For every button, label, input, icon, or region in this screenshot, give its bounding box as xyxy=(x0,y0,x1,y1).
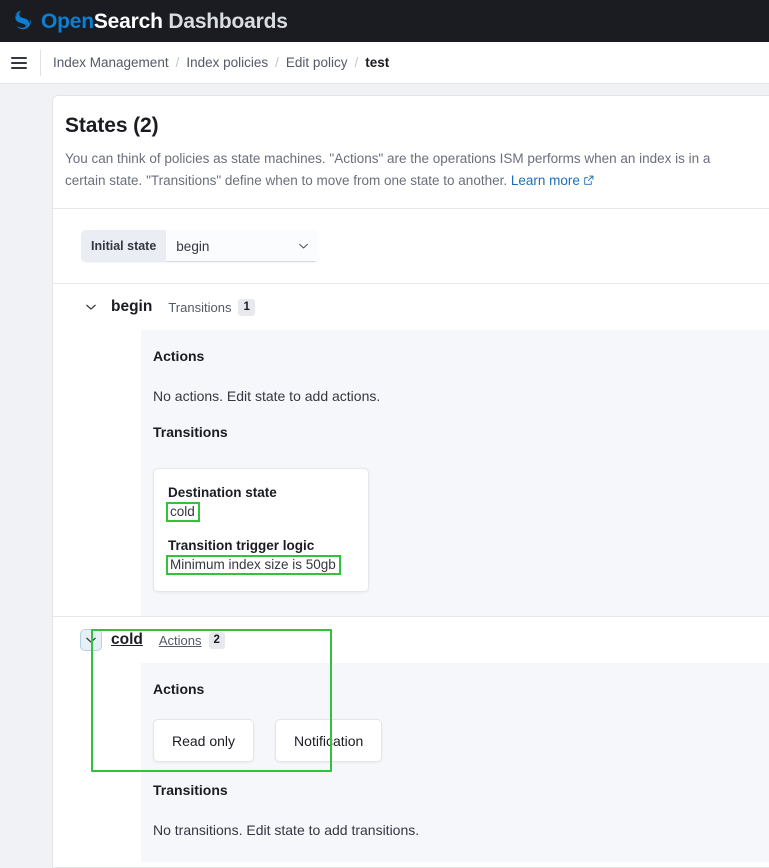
state-meta-badge: 2 xyxy=(209,632,225,649)
breadcrumb-bar: Index Management / Index policies / Edit… xyxy=(0,42,769,84)
logo-dashboards-text: Dashboards xyxy=(163,10,288,33)
breadcrumb-item-edit-policy[interactable]: Edit policy xyxy=(286,55,348,70)
initial-state-label: Initial state xyxy=(81,230,166,262)
opensearch-swirl-icon xyxy=(10,8,36,34)
panel-description-line2: "Transitions" define when to move from o… xyxy=(146,173,507,188)
destination-state-value-wrap: cold xyxy=(168,504,354,520)
learn-more-label: Learn more xyxy=(511,173,580,188)
breadcrumb-separator: / xyxy=(275,55,279,70)
state-body-cold: Actions Read only Notification Transitio… xyxy=(141,663,769,862)
page-body: States (2) You can think of policies as … xyxy=(0,84,769,868)
page-title: States (2) xyxy=(65,114,747,138)
header-divider xyxy=(40,50,41,76)
panel-description: You can think of policies as state machi… xyxy=(65,148,747,192)
state-section-begin: begin Transitions 1 Actions No actions. … xyxy=(53,284,769,616)
state-name-begin: begin xyxy=(111,298,152,316)
transitions-heading: Transitions xyxy=(153,782,769,798)
chevron-down-icon[interactable] xyxy=(81,297,101,317)
opensearch-dashboards-logo[interactable]: OpenSearch Dashboards xyxy=(10,8,288,34)
state-accordion-header-begin[interactable]: begin Transitions 1 xyxy=(53,284,769,330)
breadcrumb: Index Management / Index policies / Edit… xyxy=(53,55,389,70)
hamburger-line xyxy=(11,57,27,59)
state-meta-begin: Transitions 1 xyxy=(168,299,255,316)
hamburger-line xyxy=(11,62,27,64)
transition-trigger-value: Minimum index size is 50gb xyxy=(168,557,339,573)
breadcrumb-separator: / xyxy=(354,55,358,70)
state-meta-label: Actions xyxy=(159,633,202,648)
chevron-down-icon xyxy=(297,240,310,253)
transition-card: Destination state cold Transition trigge… xyxy=(153,468,369,592)
state-accordion-header-cold[interactable]: cold Actions 2 xyxy=(53,617,769,663)
actions-empty-text: No actions. Edit state to add actions. xyxy=(153,388,769,404)
spacer xyxy=(153,762,769,782)
logo-text: OpenSearch Dashboards xyxy=(41,11,288,32)
spacer xyxy=(153,404,769,424)
state-section-cold: cold Actions 2 Actions Read only Notific… xyxy=(53,617,769,862)
initial-state-field: Initial state begin xyxy=(81,230,319,262)
state-meta-label: Transitions xyxy=(168,300,231,315)
learn-more-link[interactable]: Learn more xyxy=(511,173,594,188)
breadcrumb-item-index-management[interactable]: Index Management xyxy=(53,55,169,70)
chevron-down-icon[interactable] xyxy=(81,630,101,650)
destination-state-label: Destination state xyxy=(168,485,354,500)
transitions-empty-text: No transitions. Edit state to add transi… xyxy=(153,822,769,838)
destination-state-value: cold xyxy=(168,504,198,520)
breadcrumb-separator: / xyxy=(176,55,180,70)
initial-state-select[interactable]: begin xyxy=(166,230,319,262)
transitions-heading: Transitions xyxy=(153,424,769,440)
logo-search-text: Search xyxy=(94,10,163,33)
state-name-cold: cold xyxy=(111,631,143,649)
panel-header: States (2) You can think of policies as … xyxy=(53,96,769,208)
app-header: OpenSearch Dashboards xyxy=(0,0,769,42)
initial-state-row: Initial state begin xyxy=(53,209,769,283)
actions-heading: Actions xyxy=(153,348,769,364)
hamburger-line xyxy=(11,67,27,69)
spacer xyxy=(168,520,354,538)
external-link-icon xyxy=(583,175,594,186)
action-item-notification[interactable]: Notification xyxy=(275,719,382,762)
action-item-read-only[interactable]: Read only xyxy=(153,719,254,762)
state-meta-badge: 1 xyxy=(238,299,254,316)
transition-trigger-label: Transition trigger logic xyxy=(168,538,354,553)
initial-state-value: begin xyxy=(176,239,209,254)
logo-open-text: Open xyxy=(41,10,94,33)
state-body-begin: Actions No actions. Edit state to add ac… xyxy=(141,330,769,616)
state-meta-cold: Actions 2 xyxy=(159,632,225,649)
transition-trigger-value-wrap: Minimum index size is 50gb xyxy=(168,557,354,573)
breadcrumb-item-index-policies[interactable]: Index policies xyxy=(186,55,268,70)
states-panel: States (2) You can think of policies as … xyxy=(52,95,769,868)
hamburger-menu-icon[interactable] xyxy=(2,42,36,84)
action-list: Read only Notification xyxy=(153,719,769,762)
breadcrumb-item-test[interactable]: test xyxy=(365,55,389,70)
actions-heading: Actions xyxy=(153,681,769,697)
